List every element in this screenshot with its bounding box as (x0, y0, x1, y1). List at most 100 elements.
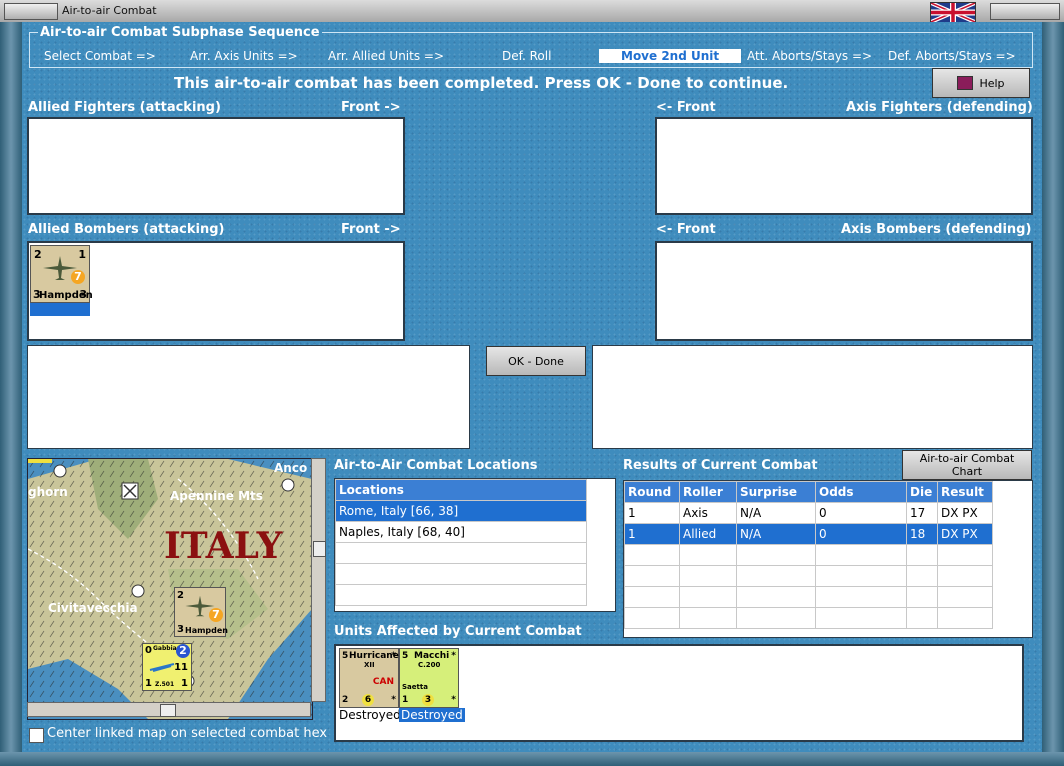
cell-roller (679, 607, 737, 629)
cell-round: 1 (624, 502, 680, 524)
table-row[interactable] (624, 565, 993, 587)
macchi-name: Macchi (414, 651, 450, 661)
cell-round: 1 (624, 523, 680, 545)
cell-roller (679, 565, 737, 587)
cell-odds (815, 565, 907, 587)
help-label: Help (979, 76, 1005, 90)
cell-roller: Axis (679, 502, 737, 524)
hurricane-star: * (391, 651, 396, 661)
cell-result (937, 607, 993, 629)
gabbiano-model: Z.501 (155, 681, 175, 688)
cell-odds: 0 (815, 502, 907, 524)
map-vscroll-thumb[interactable] (313, 541, 326, 557)
cell-surprise (736, 586, 816, 608)
location-row[interactable] (335, 542, 587, 564)
help-button[interactable]: Help (932, 68, 1030, 98)
map-gabbiano-counter[interactable]: 0 Gabbiano 2 11 1 Z.501 1 (142, 643, 192, 691)
air-combat-chart-button[interactable]: Air-to-air Combat Chart (902, 450, 1032, 480)
affected-title: Units Affected by Current Combat (334, 624, 582, 639)
macchi-star-2: * (451, 695, 456, 705)
affected-units-box[interactable]: 5 Hurricane XII * CAN 2 6 * Destroyed 5 … (334, 644, 1024, 742)
cell-surprise: N/A (736, 502, 816, 524)
map-horizontal-scrollbar[interactable] (27, 702, 311, 717)
axis-bombers-box[interactable] (655, 241, 1033, 341)
combat-panel: Air-to-air Combat Subphase Sequence Sele… (22, 22, 1042, 752)
table-row[interactable]: 1 Allied N/A 0 18 DX PX (624, 523, 993, 545)
cell-odds (815, 586, 907, 608)
hampden-range: 7 (71, 270, 85, 284)
subphase-sequence: Air-to-air Combat Subphase Sequence Sele… (29, 25, 1033, 68)
hurricane-sub: XII (364, 661, 375, 669)
table-row[interactable]: 1 Axis N/A 0 17 DX PX (624, 502, 993, 524)
step-def-roll: Def. Roll (502, 49, 552, 63)
cell-die: 17 (906, 502, 938, 524)
macchi-air: 5 (402, 651, 409, 661)
locations-title: Air-to-Air Combat Locations (334, 458, 538, 473)
gabbiano-badge: 2 (176, 644, 190, 658)
hurricane-star-2: * (391, 695, 396, 705)
results-title: Results of Current Combat (623, 458, 818, 473)
linked-map[interactable]: ghorn Apennine Mts Anco ITALY Civitavecc… (27, 458, 313, 720)
map-hampden-counter[interactable]: 2 7 3 Hampden (174, 587, 229, 637)
hampden-tactical: 3 (79, 288, 87, 301)
map-label-ghorn: ghorn (28, 485, 68, 499)
map-label-apennine: Apennine Mts (170, 489, 263, 503)
macchi-sub2: Saetta (402, 683, 428, 691)
location-row[interactable]: Naples, Italy [68, 40] (335, 521, 587, 543)
axis-log-box (592, 345, 1033, 449)
table-row[interactable] (624, 586, 993, 608)
axis-bombers-label: Axis Bombers (defending) (841, 222, 1032, 237)
step-arr-allied-units: Arr. Allied Units => (328, 49, 445, 63)
cell-odds (815, 544, 907, 566)
map-hampden-name: Hampden (185, 626, 229, 635)
locations-header: Locations (335, 479, 587, 501)
map-vertical-scrollbar[interactable] (311, 458, 326, 702)
hurricane-range: 6 (362, 694, 374, 706)
allied-fighters-box[interactable] (27, 117, 405, 215)
results-grid[interactable]: Round Roller Surprise Odds Die Result 1 … (623, 480, 1033, 638)
gabbiano-air: 0 (145, 645, 152, 656)
center-map-checkbox[interactable] (29, 728, 44, 743)
location-row[interactable]: Rome, Italy [66, 38] (335, 500, 587, 522)
cell-die (906, 586, 938, 608)
cell-die (906, 565, 938, 587)
locations-list[interactable]: Locations Rome, Italy [66, 38] Naples, I… (334, 478, 616, 612)
cell-surprise (736, 607, 816, 629)
window-controls[interactable] (990, 3, 1060, 20)
hurricane-counter[interactable]: 5 Hurricane XII * CAN 2 6 * (339, 648, 399, 708)
location-row[interactable] (335, 584, 587, 606)
ok-done-button[interactable]: OK - Done (486, 346, 586, 376)
map-hscroll-thumb[interactable] (160, 704, 176, 717)
step-select-combat: Select Combat => (44, 49, 156, 63)
hampden-selection-bar (30, 303, 90, 316)
frame-right (1042, 22, 1064, 766)
table-row[interactable] (624, 607, 993, 629)
macchi-counter[interactable]: 5 Macchi C.200 Saetta * 1 3 * (399, 648, 459, 708)
results-col-die: Die (906, 481, 938, 503)
cell-roller (679, 544, 737, 566)
step-move-2nd-unit: Move 2nd Unit (599, 49, 742, 63)
gabbiano-tactical: 1 (181, 678, 188, 689)
hampden-counter[interactable]: 2 1 7 3 Hampden 3 (30, 245, 93, 303)
cell-result: DX PX (937, 502, 993, 524)
cell-surprise (736, 544, 816, 566)
results-col-roller: Roller (679, 481, 737, 503)
axis-fighters-box[interactable] (655, 117, 1033, 215)
table-row[interactable] (624, 544, 993, 566)
window-title: Air-to-air Combat (62, 4, 157, 17)
cell-result (937, 586, 993, 608)
axis-bombers-front: <- Front (656, 222, 716, 237)
system-menu-button[interactable] (4, 3, 58, 20)
map-hampden-strategic: 3 (177, 624, 184, 635)
cell-roller (679, 586, 737, 608)
allied-bombers-box[interactable]: 2 1 7 3 Hampden 3 (27, 241, 405, 341)
allied-log-box (27, 345, 470, 449)
results-col-odds: Odds (815, 481, 907, 503)
cell-odds (815, 607, 907, 629)
cell-round (624, 586, 680, 608)
results-table: Round Roller Surprise Odds Die Result 1 … (624, 481, 993, 629)
center-map-label: Center linked map on selected combat hex (47, 726, 328, 741)
cell-die: 18 (906, 523, 938, 545)
location-row[interactable] (335, 563, 587, 585)
cell-die (906, 544, 938, 566)
